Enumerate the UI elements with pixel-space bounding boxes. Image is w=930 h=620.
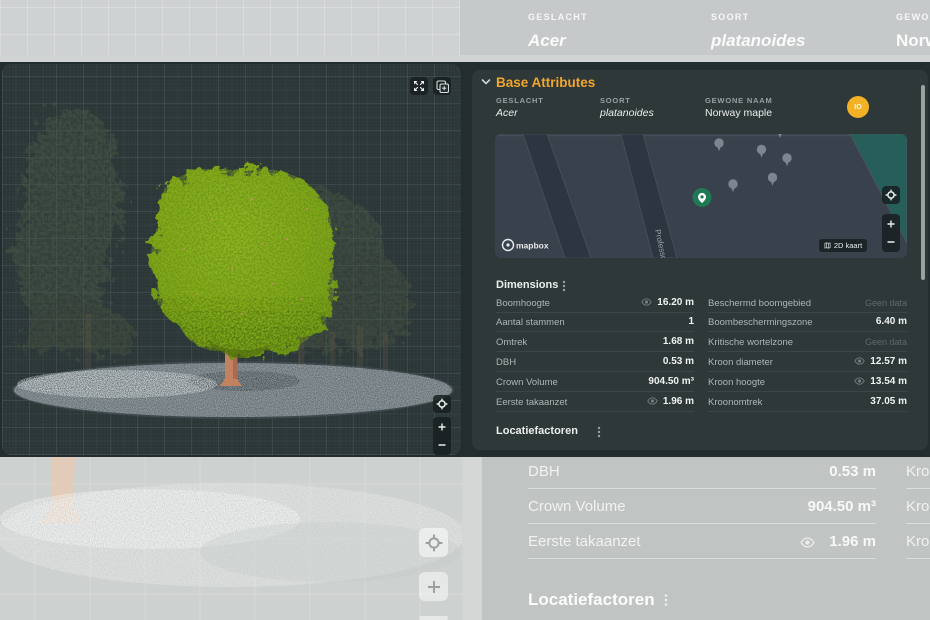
svg-text:mapbox: mapbox [516,241,549,251]
